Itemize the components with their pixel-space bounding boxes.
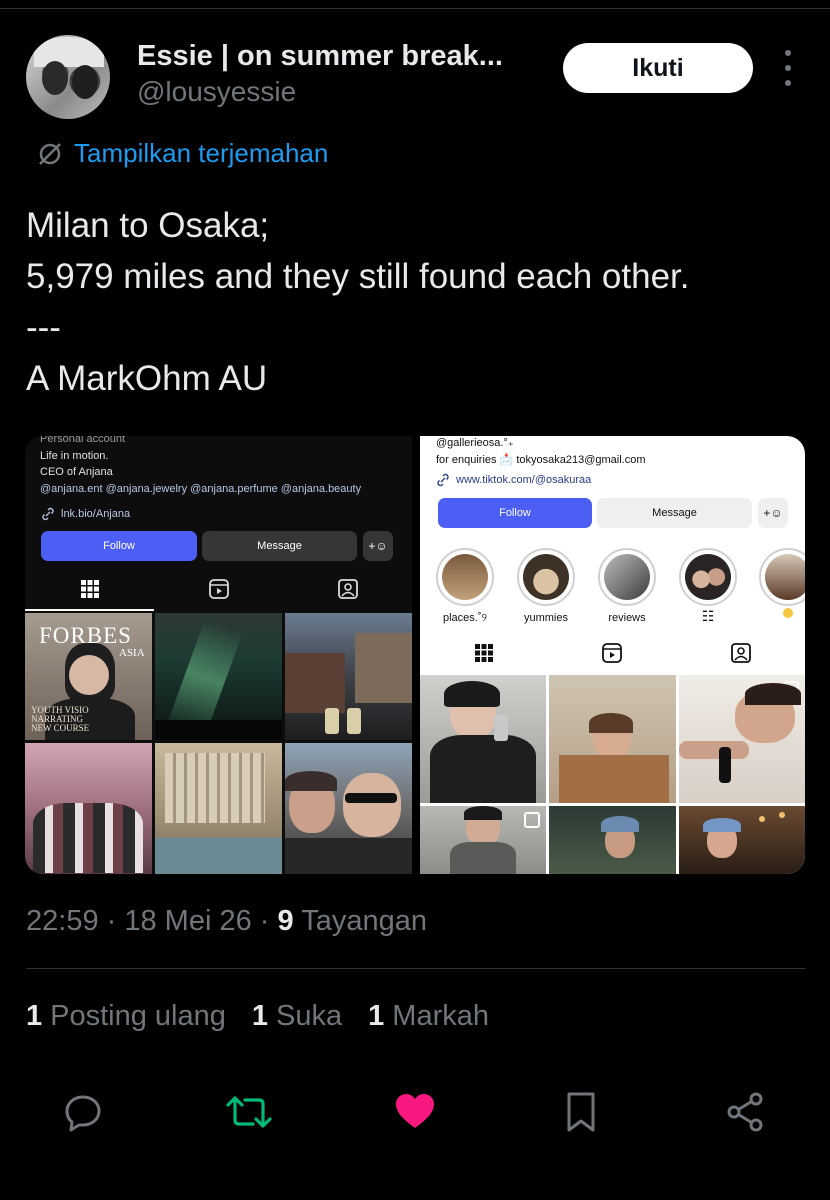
ig-bio-link-text: www.tiktok.com/@osakuraa [456, 474, 592, 486]
highlight-label: ☷ [701, 608, 715, 624]
grid-tab-icon [475, 644, 494, 662]
views-count: 9 [277, 905, 294, 937]
magazine-subtitle: ASIA [119, 647, 145, 659]
add-person-icon: +☺ [363, 531, 393, 561]
ig-follow-button: Follow [41, 531, 197, 561]
likes-stat[interactable]: 1 Suka [252, 1000, 342, 1033]
more-options-icon[interactable] [776, 50, 800, 86]
tagged-tab-icon [730, 643, 751, 663]
grid-photo-sitting [420, 806, 546, 874]
tweet-line: Milan to Osaka; [26, 206, 270, 245]
link-icon [437, 473, 449, 487]
action-bar [0, 1085, 830, 1145]
divider [26, 968, 805, 969]
grid-photo-group [25, 743, 152, 874]
bio-line: CEO of Anjana [40, 466, 113, 478]
grid-tab-icon [80, 580, 99, 598]
tweet-time: 22:59 [26, 905, 99, 937]
highlight-label: yummies [523, 612, 568, 624]
reply-button[interactable] [58, 1085, 108, 1139]
show-translation-link[interactable]: Tampilkan terjemahan [36, 138, 328, 169]
link-icon [42, 507, 54, 521]
highlight-places: places.˚୨ [435, 548, 495, 625]
highlight-yummies: yummies [516, 548, 576, 624]
engagement-stats: 1 Posting ulang 1 Suka 1 Markah [26, 1000, 489, 1033]
tweet-date: 18 Mei 26 [124, 905, 252, 937]
grid-photo-aurora [155, 613, 282, 740]
bio-link: lnk.bio/Anjana [41, 507, 130, 521]
share-button[interactable] [720, 1085, 770, 1139]
magazine-line: NEW COURSE [31, 723, 90, 733]
media-image-left[interactable]: Personal account Life in motion. CEO of … [25, 436, 412, 874]
tweet-text: Milan to Osaka; 5,979 miles and they sti… [26, 200, 689, 404]
grid-photo-street [285, 613, 412, 740]
grid-photo-fountain [155, 743, 282, 874]
reposts-stat[interactable]: 1 Posting ulang [26, 1000, 226, 1033]
like-button[interactable] [390, 1085, 440, 1139]
author-handle[interactable]: @lousyessie [137, 76, 296, 108]
reposts-count: 1 [26, 1000, 43, 1032]
bookmarks-count: 1 [368, 1000, 385, 1032]
media-image-right[interactable]: @gallerieosa.°₊ for enquiries 📩 tokyosak… [420, 436, 805, 874]
reply-icon [65, 1095, 101, 1132]
highlight-label: reviews [608, 612, 646, 624]
repost-icon [226, 1096, 272, 1128]
grid-photo-mirror [420, 675, 546, 803]
grid-photo-selfie [285, 743, 412, 874]
grid-photo-lying [679, 675, 805, 803]
ig-follow-button: Follow [438, 498, 592, 528]
add-person-icon: +☺ [758, 498, 788, 528]
author-display-name[interactable]: Essie | on summer break... [137, 40, 503, 73]
tweet-line: 5,979 miles and they still found each ot… [26, 257, 690, 296]
top-divider [0, 0, 830, 9]
bio-link-text: lnk.bio/Anjana [61, 508, 131, 520]
reels-tab-icon [208, 579, 229, 599]
account-type: Personal account [40, 436, 125, 445]
bookmark-icon [567, 1092, 595, 1132]
heart-icon [396, 1094, 434, 1128]
show-translation-label: Tampilkan terjemahan [74, 138, 329, 168]
tweet-line: --- [26, 308, 61, 347]
bookmarks-stat[interactable]: 1 Markah [368, 1000, 489, 1033]
reposts-label: Posting ulang [50, 1000, 226, 1032]
views-label: Tayangan [301, 905, 427, 937]
ig-message-button: Message [597, 498, 752, 528]
repost-button[interactable] [224, 1085, 274, 1139]
avatar[interactable] [26, 35, 110, 119]
highlight-fifth [758, 548, 805, 621]
grid-photo-magazine: FORBES ASIA YOUTH VISIO NARRATING NEW CO… [25, 613, 152, 740]
tweet-meta: 22:59 · 18 Mei 26 · 9 Tayangan [26, 905, 427, 937]
highlight-reviews: reviews [597, 548, 657, 624]
reels-tab-icon [602, 643, 623, 663]
media-grid[interactable]: Personal account Life in motion. CEO of … [25, 436, 805, 874]
ig-enquiries: for enquiries 📩 tokyosaka213@gmail.com [436, 454, 646, 466]
tweet-line: A MarkOhm AU [26, 359, 268, 398]
bookmark-button[interactable] [556, 1085, 606, 1139]
bio-mentions: @anjana.ent @anjana.jewelry @anjana.perf… [40, 483, 362, 495]
grid-photo-cap [549, 806, 676, 874]
highlight-label: places.˚୨ [443, 612, 487, 624]
ig-username: @gallerieosa.°₊ [436, 437, 514, 449]
likes-count: 1 [251, 1000, 269, 1032]
follow-button[interactable]: Ikuti [563, 43, 753, 93]
highlight-fourth: ☷ [678, 548, 738, 625]
ig-bio-link: www.tiktok.com/@osakuraa [436, 473, 591, 487]
grid-photo-table [549, 675, 676, 803]
magazine-cover-text: YOUTH VISIO NARRATING NEW COURSE [31, 706, 89, 733]
active-tab-indicator [25, 609, 154, 611]
grid-photo-restaurant [679, 806, 805, 874]
ig-message-button: Message [202, 531, 357, 561]
bio-line: Life in motion. [40, 450, 109, 462]
likes-label: Suka [276, 1000, 343, 1032]
tagged-tab-icon [337, 579, 358, 599]
share-icon [727, 1092, 763, 1132]
translate-icon [39, 142, 61, 165]
bookmarks-label: Markah [392, 1000, 489, 1032]
